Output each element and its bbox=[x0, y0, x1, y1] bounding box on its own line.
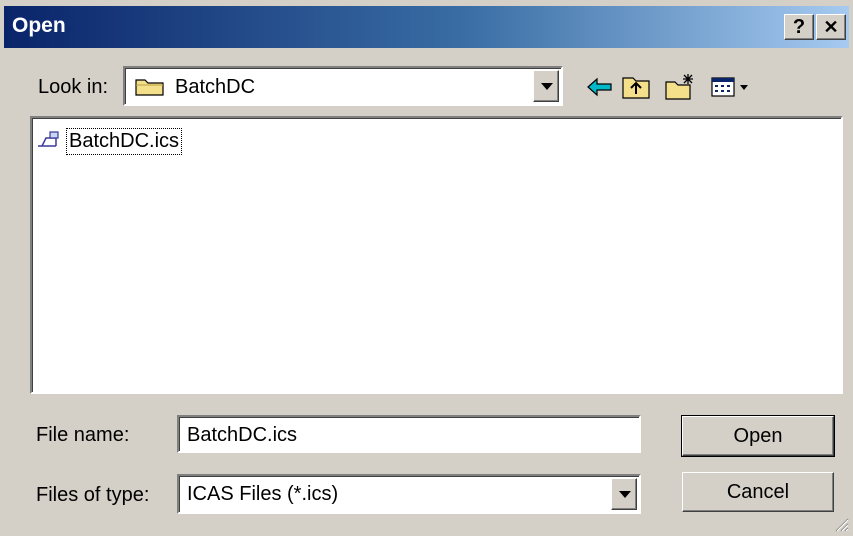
file-list[interactable]: BatchDC.ics bbox=[30, 116, 843, 394]
look-in-label: Look in: bbox=[38, 76, 109, 98]
file-type-label: Files of type: bbox=[36, 484, 150, 506]
up-folder-icon[interactable] bbox=[620, 72, 652, 102]
cancel-button[interactable]: Cancel bbox=[682, 472, 834, 512]
open-dialog: Open ? ✕ Look in: BatchDC BatchDC.ics Fi… bbox=[0, 0, 853, 536]
file-name-label-text: File name: bbox=[36, 424, 130, 446]
open-button[interactable]: Open bbox=[681, 415, 835, 457]
look-in-value: BatchDC bbox=[175, 76, 256, 98]
back-icon[interactable] bbox=[584, 72, 616, 102]
title-bar[interactable]: Open ? ✕ bbox=[4, 6, 849, 48]
file-name-label: BatchDC.ics bbox=[66, 128, 183, 155]
new-folder-icon[interactable] bbox=[664, 72, 696, 102]
close-button[interactable]: ✕ bbox=[816, 14, 846, 40]
file-type-dropdown-arrow[interactable] bbox=[611, 478, 637, 510]
look-in-dropdown-arrow[interactable] bbox=[533, 70, 559, 102]
close-icon: ✕ bbox=[823, 17, 839, 37]
look-in-dropdown[interactable]: BatchDC bbox=[123, 66, 563, 106]
ics-file-icon bbox=[38, 131, 59, 147]
file-type-value: ICAS Files (*.ics) bbox=[187, 483, 339, 505]
folder-icon bbox=[135, 79, 164, 96]
view-menu-icon[interactable] bbox=[710, 72, 754, 102]
file-name-field[interactable]: BatchDC.ics bbox=[177, 415, 641, 453]
window-title: Open bbox=[12, 14, 66, 37]
file-type-dropdown[interactable]: ICAS Files (*.ics) bbox=[177, 474, 641, 514]
file-name-value: BatchDC.ics bbox=[187, 424, 298, 446]
resize-grip-icon[interactable] bbox=[833, 516, 849, 532]
help-button[interactable]: ? bbox=[784, 14, 814, 40]
